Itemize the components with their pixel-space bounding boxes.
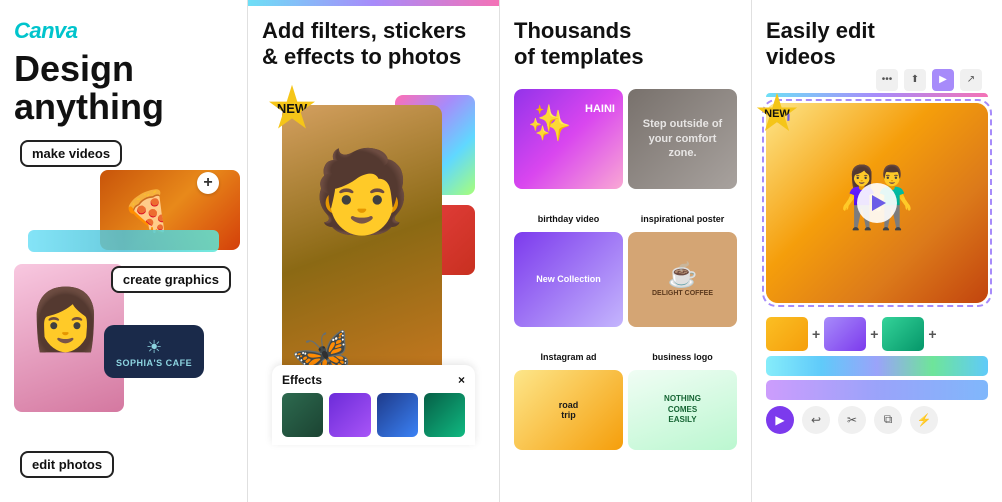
template-inspirational-label: inspirational poster <box>628 211 737 227</box>
cut-ctrl-btn[interactable]: ✂ <box>838 406 866 434</box>
clip-thumb-2[interactable] <box>824 317 866 351</box>
clip-plus-3: + <box>928 326 936 342</box>
template-instagram-ad[interactable]: New Collection Instagram ad <box>514 232 623 365</box>
template-birthday-label: birthday video <box>514 211 623 227</box>
panel-templates: Thousands of templates ✨ HAINI birthday … <box>500 0 752 502</box>
make-videos-label[interactable]: make videos <box>20 140 122 167</box>
toolbar-play[interactable]: ▶ <box>932 69 954 91</box>
video-area: ••• ⬆ ▶ ↗ NEW 👫 im <box>766 93 988 303</box>
toolbar-dots[interactable]: ••• <box>876 69 898 91</box>
effects-grid <box>282 393 465 437</box>
template-business-logo[interactable]: ☕ DELIGHT COFFEE business logo <box>628 232 737 365</box>
effect-thumb-4[interactable] <box>424 393 465 437</box>
video-preview: NEW 👫 im <box>766 103 988 303</box>
video-toolbar: ••• ⬆ ▶ ↗ <box>876 69 982 91</box>
undo-ctrl-btn[interactable]: ↩ <box>802 406 830 434</box>
panel1-content: make videos + create graphics ☀ SOPHIA'S… <box>14 140 233 488</box>
play-ctrl-btn[interactable]: ▶ <box>766 406 794 434</box>
toolbar-export[interactable]: ↗ <box>960 69 982 91</box>
effects-close-btn[interactable]: × <box>458 373 465 387</box>
split-ctrl-btn[interactable]: ⚡ <box>910 406 938 434</box>
template-instagram-label: Instagram ad <box>514 349 623 365</box>
panel-video-edit: Easily edit videos ••• ⬆ ▶ ↗ NEW 👫 im <box>752 0 1002 502</box>
toolbar-share[interactable]: ⬆ <box>904 69 926 91</box>
video-timeline: + + + ▶ ↩ ✂ ⧉ ⚡ <box>766 317 988 434</box>
effect-thumb-2[interactable] <box>329 393 370 437</box>
template-road-trip[interactable]: roadtrip <box>514 370 623 488</box>
waveform-timeline-2 <box>766 380 988 400</box>
templates-grid: ✨ HAINI birthday video Step outside of y… <box>514 89 737 488</box>
timeline-clips-row: + + + <box>766 317 988 351</box>
video-gradient-bar <box>766 93 988 97</box>
create-graphics-label[interactable]: create graphics <box>111 266 231 293</box>
edit-photos-label[interactable]: edit photos <box>20 451 114 478</box>
play-triangle-icon <box>872 195 886 211</box>
waveform-timeline-1 <box>766 356 988 376</box>
sophia-cafe-badge: ☀ SOPHIA'S CAFE <box>104 325 204 378</box>
clip-thumb-3[interactable] <box>882 317 924 351</box>
main-heading: Design anything <box>14 50 233 126</box>
template-nothing[interactable]: NOTHINGCOMESEASILY <box>628 370 737 488</box>
waveform-timeline-2-wrapper <box>766 380 988 400</box>
effects-title-row: Effects × <box>282 373 465 387</box>
effects-panel: Effects × <box>272 365 475 445</box>
copy-ctrl-btn[interactable]: ⧉ <box>874 406 902 434</box>
clip-plus-1: + <box>812 326 820 342</box>
timeline-controls: ▶ ↩ ✂ ⧉ ⚡ <box>766 406 988 434</box>
panel-design-anything: Canva Design anything make videos + crea… <box>0 0 248 502</box>
video-heading: Easily edit videos <box>766 18 988 71</box>
panel-filters: Add filters, stickers & effects to photo… <box>248 0 500 502</box>
gradient-accent-top <box>248 0 499 6</box>
canva-logo: Canva <box>14 18 233 44</box>
template-inspirational[interactable]: Step outside of your comfort zone. inspi… <box>628 89 737 227</box>
effect-thumb-3[interactable] <box>377 393 418 437</box>
clip-thumb-1[interactable] <box>766 317 808 351</box>
filters-heading: Add filters, stickers & effects to photo… <box>262 18 485 71</box>
templates-heading: Thousands of templates <box>514 18 737 71</box>
template-birthday-video[interactable]: ✨ HAINI birthday video <box>514 89 623 227</box>
photo-collage: NEW 🦋 Effects × <box>262 85 485 445</box>
clip-plus-2: + <box>870 326 878 342</box>
play-button[interactable] <box>857 183 897 223</box>
sophia-sun-icon: ☀ <box>116 337 192 358</box>
template-business-label: business logo <box>628 349 737 365</box>
waveform-bar <box>28 230 219 252</box>
plus-badge: + <box>197 172 219 194</box>
effect-thumb-1[interactable] <box>282 393 323 437</box>
